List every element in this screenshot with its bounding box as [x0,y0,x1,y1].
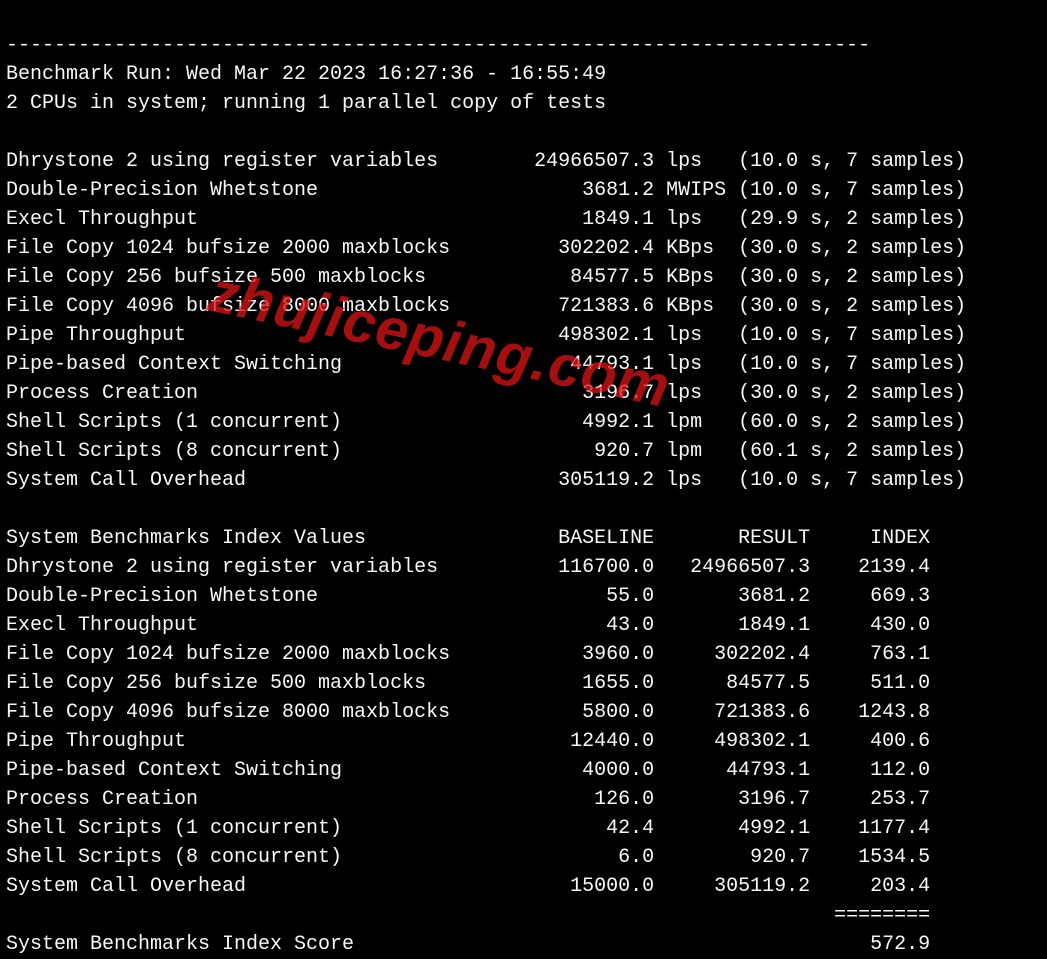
terminal-screen: ----------------------------------------… [0,0,1047,923]
footer-block: ======== System Benchmarks Index Score 5… [6,904,930,956]
header-dashes: ----------------------------------------… [6,34,870,57]
tests-block: Dhrystone 2 using register variables 249… [6,150,966,492]
cpu-line: 2 CPUs in system; running 1 parallel cop… [6,92,606,115]
benchmark-run-line: Benchmark Run: Wed Mar 22 2023 16:27:36 … [6,63,606,86]
index-block: System Benchmarks Index Values BASELINE … [6,527,930,898]
